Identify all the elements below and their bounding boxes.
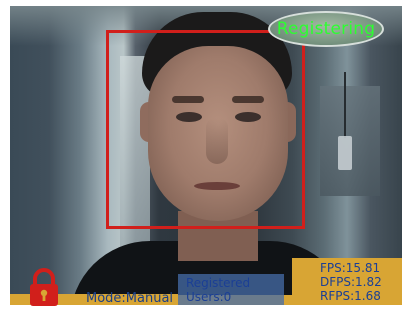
fps-readout: FPS:15.81 [320,260,381,275]
rfps-readout: RFPS:1.68 [320,288,381,303]
face-detection-box [106,30,305,229]
registered-users-count: Users:0 [186,289,232,304]
status-badge-label: Registering [276,19,376,39]
mode-label[interactable]: Mode:Manual [86,292,173,306]
dfps-readout: DFPS:1.82 [320,274,382,289]
fps-panel: FPS:15.81 DFPS:1.82 RFPS:1.68 [292,258,402,305]
background-tag [338,136,352,170]
lock-icon[interactable] [24,267,64,307]
lock-icon-graphic [30,268,58,306]
registered-panel: Registered Users:0 [178,274,284,305]
registered-title: Registered [186,275,251,290]
status-badge: Registering [268,11,384,47]
app-window: Registering Mode:Manual Registered Users… [0,0,412,311]
background-cord [344,72,346,138]
